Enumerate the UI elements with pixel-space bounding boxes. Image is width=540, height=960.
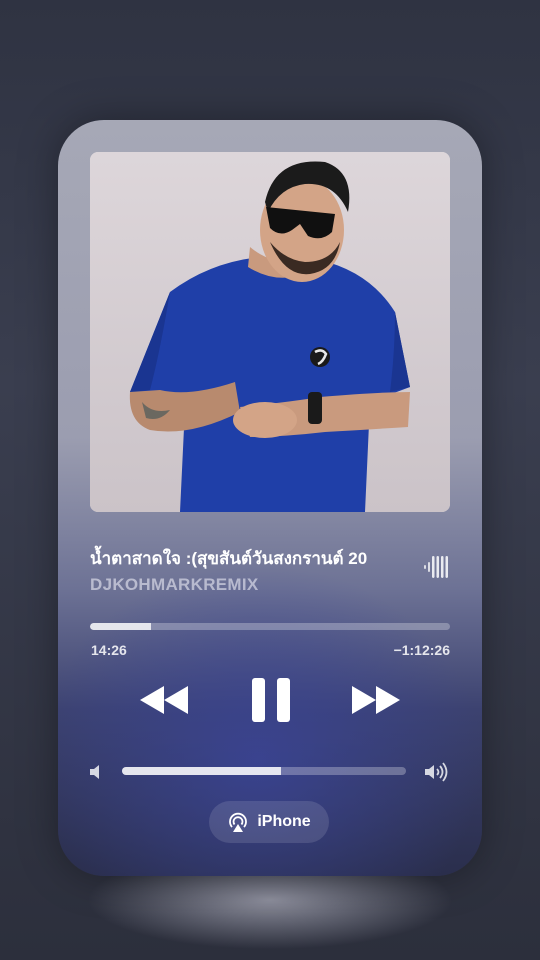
pause-icon	[252, 678, 290, 722]
artwork-person-illustration	[90, 152, 450, 512]
remaining-time: −1:12:26	[393, 642, 450, 658]
rewind-button[interactable]	[138, 682, 192, 718]
playback-progress-fill	[90, 623, 152, 630]
track-artist[interactable]: DJKOHMARKREMIX	[90, 575, 259, 595]
airplay-icon	[229, 812, 248, 832]
speaker-high-icon	[425, 762, 448, 782]
pause-button[interactable]	[248, 676, 294, 724]
waveform-icon	[424, 556, 448, 578]
volume-level-fill	[122, 767, 282, 775]
volume-control	[88, 760, 452, 784]
airplay-output-button[interactable]: iPhone	[209, 801, 329, 843]
output-device-label: iPhone	[257, 813, 311, 830]
now-playing-card: น้ำตาสาดใจ :(สุขสันต์วันสงกรานต์ 20 DJKO…	[58, 120, 482, 876]
track-title[interactable]: น้ำตาสาดใจ :(สุขสันต์วันสงกรานต์ 20	[90, 545, 405, 572]
rewind-icon	[140, 686, 188, 714]
playback-scrubber[interactable]	[90, 623, 450, 630]
album-artwork[interactable]	[90, 152, 450, 512]
volume-slider[interactable]	[122, 767, 406, 775]
fast-forward-icon	[352, 686, 400, 714]
fast-forward-button[interactable]	[348, 682, 402, 718]
elapsed-time: 14:26	[91, 642, 127, 658]
speaker-low-icon	[90, 765, 99, 779]
